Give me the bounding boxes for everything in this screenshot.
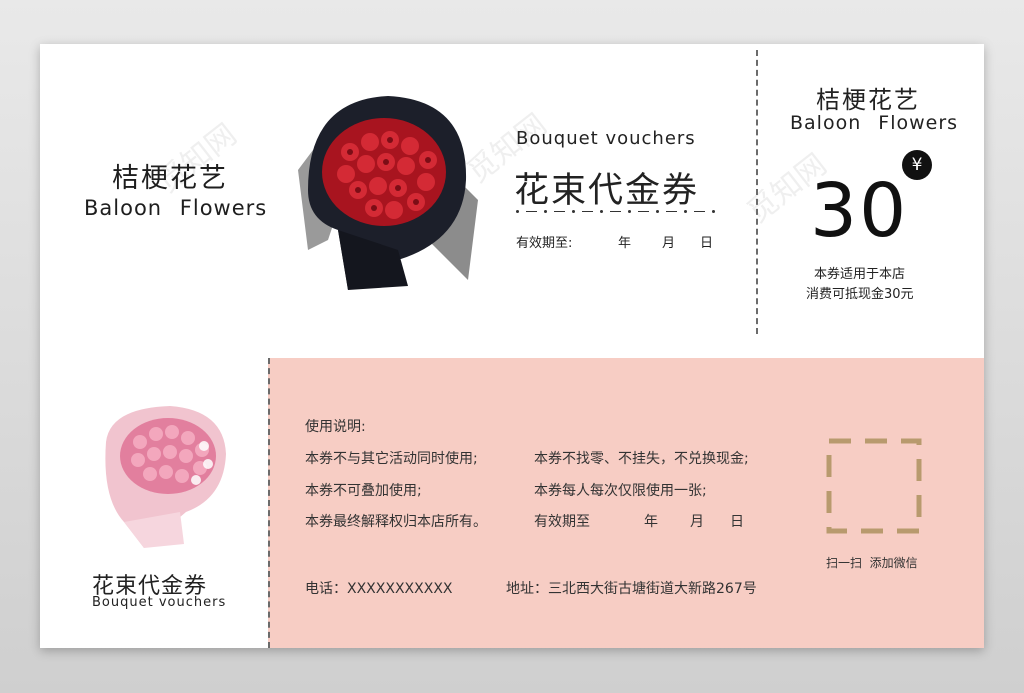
rule-5: 本券最终解释权归本店所有。 <box>305 514 487 530</box>
stub-note-1: 本券适用于本店 <box>814 267 906 282</box>
stub-brand-en: Baloon Flowers <box>790 112 959 134</box>
yen-icon: ¥ <box>902 150 932 180</box>
address-label: 地址：三北西大街古塘街道大新路267号 <box>506 581 757 597</box>
perforation-line <box>268 358 270 648</box>
rule-3: 本券不可叠加使用; <box>305 483 422 499</box>
voucher-title-en: Bouquet vouchers <box>516 128 696 149</box>
rule-validity-label: 有效期至 <box>534 514 590 530</box>
validity-month: 月 <box>662 236 676 251</box>
validity-year: 年 <box>618 236 632 251</box>
instructions-heading: 使用说明: <box>305 419 366 435</box>
perforation-line <box>756 50 758 334</box>
rule-validity-day: 日 <box>730 514 744 530</box>
pink-rose-bouquet-image <box>105 406 226 548</box>
voucher-card: 觅知网 觅知网 觅知网 觅知网 觅知网 桔梗花艺 Baloon Flowers … <box>40 44 984 648</box>
qr-caption: 扫一扫 添加微信 <box>826 556 918 570</box>
red-rose-bouquet-image <box>298 96 478 290</box>
stub-note-2: 消费可抵现金30元 <box>806 287 914 302</box>
rule-1: 本券不与其它活动同时使用; <box>305 451 478 467</box>
phone-label: 电话：XXXXXXXXXXX <box>305 581 453 597</box>
rule-2: 本券不找零、不挂失，不兑换现金; <box>534 451 749 467</box>
brand-name-cn: 桔梗花艺 <box>112 163 228 194</box>
validity-label: 有效期至: <box>516 236 573 251</box>
rule-validity-month: 月 <box>690 514 704 530</box>
title-underline <box>516 210 715 213</box>
validity-day: 日 <box>700 236 714 251</box>
qr-code-placeholder <box>826 438 922 534</box>
voucher-title-cn: 花束代金券 <box>514 171 700 211</box>
rule-validity-year: 年 <box>644 514 658 530</box>
brand-name-en: Baloon Flowers <box>84 196 268 220</box>
stub-brand-cn: 桔梗花艺 <box>816 86 920 114</box>
rule-4: 本券每人每次仅限使用一张; <box>534 483 707 499</box>
bottom-title-en: Bouquet vouchers <box>92 595 227 610</box>
voucher-amount: 30 <box>810 168 909 254</box>
